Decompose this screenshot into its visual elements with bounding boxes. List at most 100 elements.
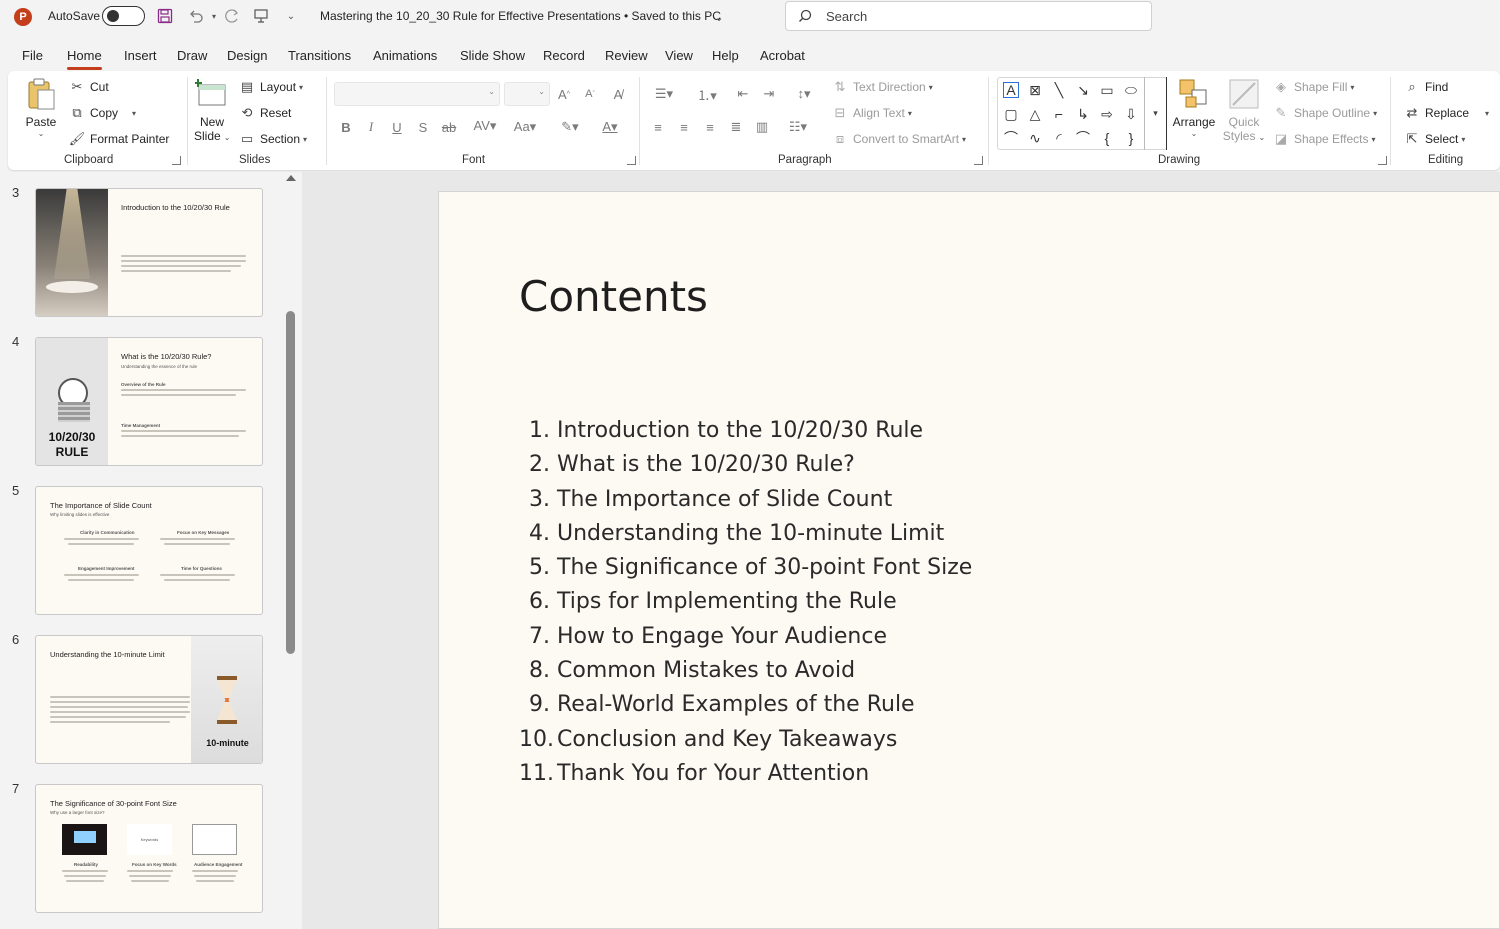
- present-from-beginning-icon[interactable]: [251, 6, 271, 26]
- arc-icon[interactable]: ◜: [1051, 130, 1067, 146]
- section-button[interactable]: ▭ Section ▾: [239, 131, 307, 147]
- tab-slide-show[interactable]: Slide Show: [460, 48, 525, 63]
- text-direction-button[interactable]: ⇅ Text Direction ▾: [832, 79, 933, 95]
- paste-button[interactable]: Paste ⌄: [24, 77, 58, 138]
- replace-button[interactable]: ⇄ Replace ▾: [1404, 105, 1490, 121]
- font-launcher-icon[interactable]: [627, 156, 636, 165]
- slide-thumbnail-6[interactable]: Understanding the 10-minute Limit 10-min…: [35, 635, 263, 764]
- rectangle-icon[interactable]: ▭: [1099, 82, 1115, 98]
- elbow-connector-icon[interactable]: ⌐: [1051, 106, 1067, 122]
- autosave-toggle[interactable]: [102, 6, 145, 26]
- curve-icon[interactable]: ⌒: [1075, 130, 1091, 146]
- scribble-icon[interactable]: ∿: [1027, 130, 1043, 146]
- font-color-icon[interactable]: A▾: [595, 118, 625, 136]
- change-case-icon[interactable]: Aa▾: [510, 118, 540, 136]
- elbow-arrow-icon[interactable]: ↳: [1075, 106, 1091, 122]
- scroll-up-arrow-icon[interactable]: [286, 175, 296, 181]
- text-shadow-icon[interactable]: S: [414, 118, 432, 136]
- increase-font-size-icon[interactable]: A ^: [555, 85, 573, 103]
- quick-styles-button[interactable]: Quick Styles ⌄: [1222, 77, 1266, 143]
- tab-help[interactable]: Help: [712, 48, 739, 63]
- font-size-dropdown-icon[interactable]: ⌄: [538, 87, 545, 96]
- tab-view[interactable]: View: [665, 48, 693, 63]
- current-slide[interactable]: Contents 1. Introduction to the 10/20/30…: [438, 191, 1500, 929]
- tab-record[interactable]: Record: [543, 48, 585, 63]
- replace-dropdown-icon[interactable]: ▾: [1485, 109, 1489, 118]
- down-arrow-icon[interactable]: ⇩: [1123, 106, 1139, 122]
- shape-outline-button[interactable]: ✎ Shape Outline ▾: [1273, 105, 1378, 121]
- font-size-box[interactable]: ⌄: [504, 82, 550, 106]
- italic-icon[interactable]: I: [362, 118, 380, 136]
- decrease-font-size-icon[interactable]: Aˇ: [581, 85, 599, 103]
- freeform-icon[interactable]: ⌒: [1003, 130, 1019, 146]
- new-slide-button[interactable]: New Slide ⌄: [194, 77, 230, 143]
- font-name-box[interactable]: ⌄: [334, 82, 500, 106]
- columns-icon[interactable]: ▥: [753, 118, 771, 136]
- contents-list[interactable]: 1. Introduction to the 10/20/30 Rule 2. …: [519, 414, 972, 791]
- tab-review[interactable]: Review: [605, 48, 648, 63]
- rounded-rectangle-icon[interactable]: ▢: [1003, 106, 1019, 122]
- save-icon[interactable]: [155, 6, 175, 26]
- left-brace-icon[interactable]: {: [1099, 130, 1115, 146]
- customize-toolbar-icon[interactable]: ⌄: [281, 6, 301, 26]
- format-painter-button[interactable]: 🖌 Format Painter: [69, 131, 170, 147]
- drawing-launcher-icon[interactable]: [1378, 156, 1387, 165]
- decrease-indent-icon[interactable]: ⇤: [734, 85, 752, 103]
- shape-effects-button[interactable]: ◪ Shape Effects ▾: [1273, 131, 1376, 147]
- chevron-down-icon[interactable]: ⌄: [709, 7, 729, 27]
- more-shapes-icon[interactable]: ▾: [1144, 77, 1167, 150]
- slide-title[interactable]: Contents: [519, 272, 708, 321]
- tab-animations[interactable]: Animations: [373, 48, 437, 63]
- tab-acrobat[interactable]: Acrobat: [760, 48, 805, 63]
- paragraph-launcher-icon[interactable]: [974, 156, 983, 165]
- tab-draw[interactable]: Draw: [177, 48, 207, 63]
- justify-icon[interactable]: ≣: [727, 118, 745, 136]
- undo-dropdown-icon[interactable]: ▾: [204, 6, 224, 26]
- copy-button[interactable]: ⧉ Copy ▾: [69, 105, 136, 121]
- reset-button[interactable]: ⟲ Reset: [239, 105, 292, 121]
- arrange-button[interactable]: Arrange ⌄: [1171, 77, 1217, 138]
- tab-file[interactable]: File: [22, 48, 43, 63]
- tab-insert[interactable]: Insert: [124, 48, 157, 63]
- numbering-icon[interactable]: ⒈▾: [690, 85, 724, 103]
- text-box-icon[interactable]: A: [1003, 82, 1019, 98]
- undo-icon[interactable]: [186, 6, 206, 26]
- copy-dropdown-icon[interactable]: ▾: [132, 109, 136, 118]
- slide-thumbnail-5[interactable]: The Importance of Slide Count Why limiti…: [35, 486, 263, 615]
- bold-icon[interactable]: B: [337, 118, 355, 136]
- shapes-gallery[interactable]: A ⊠ ╲ ↘ ▭ ⬭ ▢ △ ⌐ ↳ ⇨ ⇩ ⌒ ∿ ◜ ⌒ { } ▾: [997, 77, 1167, 150]
- strikethrough-icon[interactable]: ab: [440, 118, 458, 136]
- layout-button[interactable]: ▤ Layout ▾: [239, 79, 303, 95]
- scrollbar-thumb[interactable]: [286, 311, 295, 654]
- slide-thumbnail-4[interactable]: 10/20/30 RULE What is the 10/20/30 Rule? …: [35, 337, 263, 466]
- document-title[interactable]: Mastering the 10_20_30 Rule for Effectiv…: [320, 9, 721, 23]
- increase-indent-icon[interactable]: ⇥: [760, 85, 778, 103]
- line-spacing-icon[interactable]: ↕▾: [789, 85, 819, 103]
- paste-dropdown-icon[interactable]: ⌄: [24, 129, 58, 138]
- select-button[interactable]: ⇱ Select ▾: [1404, 131, 1466, 147]
- highlight-icon[interactable]: ✎▾: [555, 118, 585, 136]
- align-left-icon[interactable]: ≡: [649, 118, 667, 136]
- search-box[interactable]: Search: [785, 1, 1152, 31]
- right-arrow-icon[interactable]: ⇨: [1099, 106, 1115, 122]
- bullets-icon[interactable]: ☰▾: [649, 85, 679, 103]
- slide-thumbnail-7[interactable]: The Significance of 30-point Font Size W…: [35, 784, 263, 913]
- distribute-icon[interactable]: ☷▾: [783, 118, 813, 136]
- vertical-text-box-icon[interactable]: ⊠: [1027, 82, 1043, 98]
- redo-icon[interactable]: [222, 6, 242, 26]
- clipboard-launcher-icon[interactable]: [172, 156, 181, 165]
- slide-thumbnail-3[interactable]: Introduction to the 10/20/30 Rule: [35, 188, 263, 317]
- clear-formatting-icon[interactable]: A̸: [609, 85, 627, 103]
- line-icon[interactable]: ╲: [1051, 82, 1067, 98]
- tab-design[interactable]: Design: [227, 48, 267, 63]
- tab-home[interactable]: Home: [67, 48, 102, 70]
- underline-icon[interactable]: U: [388, 118, 406, 136]
- new-slide-dropdown-icon[interactable]: ⌄: [224, 133, 231, 142]
- shape-fill-button[interactable]: ◈ Shape Fill ▾: [1273, 79, 1354, 95]
- arrow-line-icon[interactable]: ↘: [1075, 82, 1091, 98]
- find-button[interactable]: ⌕ Find: [1404, 79, 1448, 95]
- convert-smartart-button[interactable]: ⧈ Convert to SmartArt ▾: [832, 131, 966, 147]
- align-text-button[interactable]: ⊟ Align Text ▾: [832, 105, 912, 121]
- align-right-icon[interactable]: ≡: [701, 118, 719, 136]
- triangle-icon[interactable]: △: [1027, 106, 1043, 122]
